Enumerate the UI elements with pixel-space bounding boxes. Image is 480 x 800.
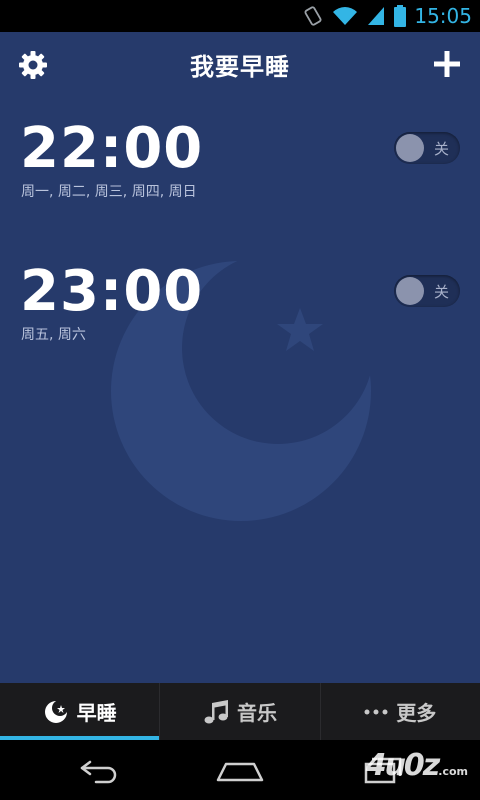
moon-icon [43,699,69,725]
home-icon[interactable] [216,754,264,786]
status-clock: 15:05 [414,4,472,28]
toggle-state-label: 关 [433,283,449,301]
plus-icon[interactable] [432,49,462,79]
app-header: 我要早睡 [0,32,480,96]
bottom-tab-bar: 早睡 音乐 更多 [0,683,480,740]
alarm-toggle[interactable]: 关 [394,275,460,307]
back-icon[interactable] [76,754,124,786]
toggle-knob [396,277,424,305]
music-note-icon [203,699,229,725]
tab-sleep[interactable]: 早睡 [0,683,161,740]
toggle-state-label: 关 [433,140,449,158]
tab-label: 音乐 [236,701,277,725]
alarm-item[interactable]: 22:00 周一, 周二, 周三, 周四, 周日 关 [0,117,480,227]
tab-more[interactable]: 更多 [321,683,480,740]
gear-icon[interactable] [18,50,48,80]
alarm-time: 23:00 [20,259,204,324]
more-dots-icon [364,707,388,717]
alarm-toggle[interactable]: 关 [394,132,460,164]
site-watermark: 4u0z.com [365,748,468,783]
status-bar: 15:05 [0,0,480,32]
wifi-icon [332,5,358,27]
battery-icon [394,5,407,27]
alarm-time: 22:00 [20,116,204,181]
alarm-days: 周五, 周六 [21,327,86,343]
vibrate-icon [302,5,324,27]
signal-icon [366,5,386,27]
alarm-item[interactable]: 23:00 周五, 周六 关 [0,260,480,370]
tab-label: 早睡 [76,701,117,725]
app-screen: 15:05 我要早睡 22:00 周一, 周二, 周三, 周四, 周日 关 23… [0,0,480,800]
tab-label: 更多 [396,701,437,725]
tab-music[interactable]: 音乐 [160,683,321,740]
alarm-days: 周一, 周二, 周三, 周四, 周日 [21,184,197,200]
toggle-knob [396,134,424,162]
page-title: 我要早睡 [190,52,290,81]
